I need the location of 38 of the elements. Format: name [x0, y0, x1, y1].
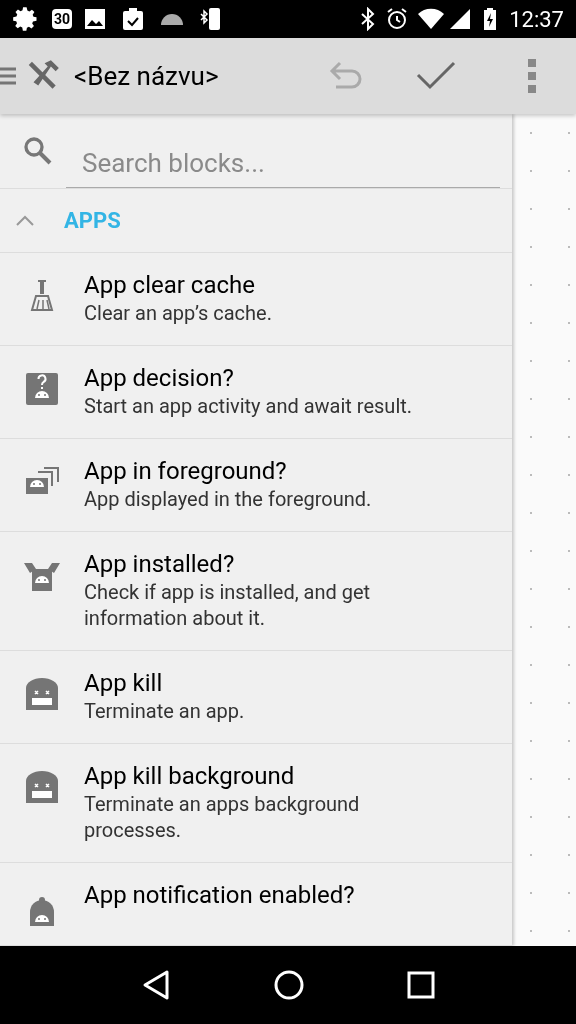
clipboard-check-icon [122, 7, 145, 31]
block-description: Clear an app’s cache. [84, 300, 272, 326]
clock-time: 12:37 [509, 5, 564, 34]
block-title: App kill [84, 668, 164, 698]
block-description: Terminate an apps background processes. [84, 791, 361, 843]
search-icon [22, 135, 54, 167]
block-item[interactable]: App kill Terminate an app. [0, 651, 512, 744]
check-icon[interactable] [416, 61, 456, 91]
block-description: Terminate an app. [84, 698, 245, 724]
image-icon [84, 8, 107, 30]
block-description: App displayed in the foreground. [84, 486, 372, 512]
block-title: App decision? [84, 363, 235, 393]
block-item[interactable]: App installed? Check if app is installed, and get information about it. [0, 532, 512, 651]
block-description: Start an app activity and await result. [84, 393, 413, 419]
category-label: APPS [64, 207, 121, 235]
wifi-icon [417, 8, 446, 30]
block-item[interactable]: App decision? Start an app activity and await result. [0, 346, 512, 439]
more-options-icon[interactable] [528, 59, 536, 93]
block-item[interactable]: App kill background Terminate an apps background processes. [0, 744, 512, 863]
block-title: App installed? [84, 549, 236, 579]
back-icon[interactable] [141, 969, 171, 1001]
gear-icon [12, 5, 40, 33]
helmet-icon [160, 12, 185, 26]
block-title: App in foreground? [84, 456, 288, 486]
recents-icon[interactable] [407, 971, 435, 999]
bluetooth-phone-icon [200, 7, 223, 31]
window-title: <Bez názvu> [74, 59, 220, 93]
home-icon[interactable] [273, 969, 305, 1001]
block-title: App notification enabled? [84, 880, 355, 910]
search-field[interactable]: Search blocks... [66, 138, 500, 188]
block-title: App kill background [84, 761, 296, 791]
block-item[interactable]: App in foreground? App displayed in the foreground. [0, 439, 512, 532]
signal-icon [449, 8, 472, 30]
calendar-date: 30 [52, 9, 73, 29]
block-description: Check if app is installed, and get information about it. [84, 579, 372, 631]
block-title: App clear cache [84, 270, 256, 300]
chevron-up-icon[interactable] [14, 213, 36, 228]
battery-icon [483, 7, 498, 31]
